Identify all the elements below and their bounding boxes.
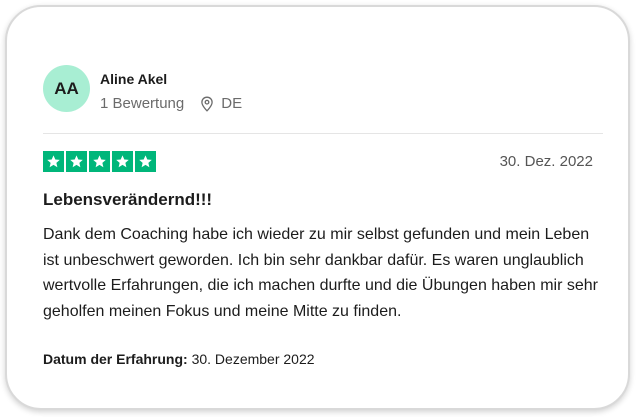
review-body: Dank dem Coaching habe ich wieder zu mir… bbox=[43, 226, 598, 320]
divider bbox=[43, 133, 603, 134]
review-title[interactable]: Lebensverändernd!!! bbox=[43, 190, 212, 210]
star-icon bbox=[43, 151, 64, 172]
review-date: 30. Dez. 2022 bbox=[499, 153, 593, 170]
location-pin-icon bbox=[200, 96, 214, 112]
star-icon bbox=[135, 151, 156, 172]
star-rating bbox=[43, 151, 156, 172]
avatar[interactable]: AA bbox=[43, 65, 90, 112]
review-count: 1 Bewertung bbox=[100, 95, 185, 112]
star-icon bbox=[66, 151, 87, 172]
star-icon bbox=[89, 151, 110, 172]
avatar-initials: AA bbox=[54, 78, 79, 98]
star-icon bbox=[112, 151, 133, 172]
review-card: AA Aline Akel 1 Bewertung DE 30. Dez. 20… bbox=[5, 5, 630, 410]
experience-date-value: 30. Dezember 2022 bbox=[191, 351, 315, 367]
experience-date: Datum der Erfahrung: 30. Dezember 2022 bbox=[43, 351, 315, 367]
experience-date-label: Datum der Erfahrung: bbox=[43, 351, 188, 367]
reviewer-name[interactable]: Aline Akel bbox=[100, 71, 167, 87]
reviewer-country: DE bbox=[221, 95, 243, 112]
reviewer-meta: 1 Bewertung DE bbox=[100, 95, 242, 112]
